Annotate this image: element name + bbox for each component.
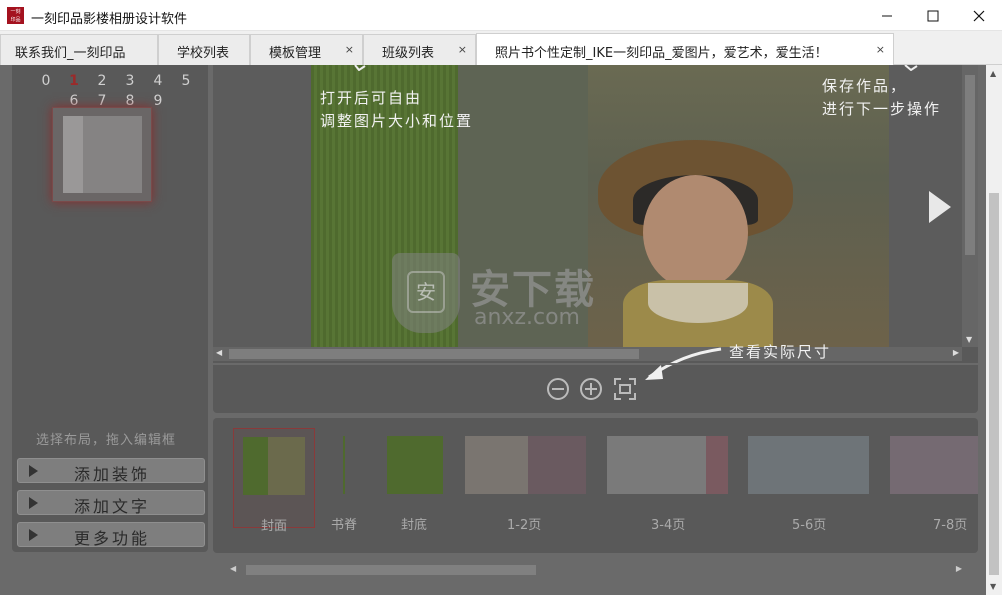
scroll-left-icon[interactable]: ◀ [230,564,236,573]
thumbnail-label: 7-8页 [933,518,968,533]
thumbnail-image [243,437,305,495]
hint-arrow-icon [354,65,366,71]
actual-size-icon[interactable] [613,377,637,401]
tab-close-icon[interactable]: × [345,43,354,56]
tab-school-list[interactable]: 学校列表 [158,34,250,65]
layout-preview[interactable] [52,107,152,202]
thumbnail-label: 5-6页 [792,518,827,533]
scroll-up-icon[interactable]: ▲ [990,69,996,78]
expand-arrow-icon [29,465,38,477]
editor-horizontal-scrollbar[interactable]: ◀ ▶ [213,347,962,361]
tab-class-list[interactable]: 班级列表 × [363,34,476,65]
photo-face [643,175,748,290]
thumbnail-image [387,436,443,494]
page-thumbnail-strip: 封面 书脊 封底 1-2页 3-4页 5-6页 7-8页 [213,418,978,553]
layout-cover-block [83,116,142,193]
scrollbar-thumb[interactable] [246,565,536,575]
layout-hint: 选择布局，拖入编辑框 [36,433,177,448]
zoom-toolbar [213,363,978,413]
minimize-icon [882,15,892,16]
adjust-hint-note: 打开后可自由 调整图片大小和位置 [320,89,474,130]
thumbnail-image [607,436,728,494]
left-panel: 0 1 2 3 4 5 6 7 8 9 选择布局，拖入编辑框 添加装饰 添加文字… [12,65,208,552]
scroll-right-icon[interactable]: ▶ [953,348,959,357]
app-logo-icon: 一刻 印品 [7,7,24,24]
thumbnail-image [748,436,869,494]
watermark-shield-char: 安 [407,271,445,313]
tab-label: 照片书个性定制_IKE一刻印品_爱图片，爱艺术，爱生活！ [495,46,828,61]
thumbnail-pages-1-2[interactable]: 1-2页 [463,428,588,533]
watermark-url: anxz.com [474,305,580,330]
title-bar: 一刻 印品 一刻印品影楼相册设计软件 [0,0,1002,31]
add-text-button[interactable]: 添加文字 [17,490,205,516]
button-label: 添加文字 [74,497,151,516]
tab-close-icon[interactable]: × [458,43,467,56]
more-functions-button[interactable]: 更多功能 [17,522,205,548]
save-hint-note: 保存作品， 进行下一步操作 [822,77,942,118]
thumbnail-spine[interactable]: 书脊 [331,428,361,533]
thumbnail-pages-5-6[interactable]: 5-6页 [746,428,871,533]
tab-label: 模板管理 [269,46,322,61]
button-label: 添加装饰 [74,465,151,484]
page-number[interactable]: 5 [179,73,193,89]
zoom-in-icon[interactable] [579,377,603,401]
tab-template-management[interactable]: 模板管理 × [250,34,363,65]
maximize-button[interactable] [910,0,956,31]
next-page-arrow-icon[interactable] [929,191,951,223]
expand-arrow-icon [29,529,38,541]
hint-arrow-icon [904,65,918,71]
thumbnail-image [890,436,978,494]
thumbnail-label: 1-2页 [507,518,542,533]
window-title: 一刻印品影楼相册设计软件 [31,12,188,27]
window-vertical-scrollbar[interactable]: ▲ ▼ [986,65,1002,595]
tab-close-icon[interactable]: × [876,43,885,56]
scroll-left-icon[interactable]: ◀ [216,348,222,357]
zoom-out-icon[interactable] [546,377,570,401]
editor-vertical-scrollbar[interactable]: ▼ [962,65,978,347]
page-number[interactable]: 9 [151,93,165,109]
thumbnail-horizontal-scrollbar[interactable]: ◀ ▶ [226,563,966,577]
actual-size-hint-note: 查看实际尺寸 [729,343,832,361]
layout-spine-block [63,116,83,193]
tab-photo-book-custom[interactable]: 照片书个性定制_IKE一刻印品_爱图片，爱艺术，爱生活！ × [476,33,894,66]
thumbnail-image [343,436,345,494]
thumbnail-label: 封底 [401,518,428,533]
scrollbar-thumb[interactable] [989,193,999,575]
scrollbar-thumb[interactable] [965,75,975,255]
page-number[interactable]: 2 [95,73,109,89]
scroll-down-icon[interactable]: ▼ [966,335,972,344]
main-workspace: 0 1 2 3 4 5 6 7 8 9 选择布局，拖入编辑框 添加装饰 添加文字… [0,65,986,595]
tab-contact-us[interactable]: 联系我们_一刻印品 [0,34,158,65]
add-decoration-button[interactable]: 添加装饰 [17,458,205,484]
page-number[interactable]: 0 [39,73,53,89]
minimize-button[interactable] [864,0,910,31]
page-number-current[interactable]: 1 [67,73,81,89]
thumbnail-label: 3-4页 [651,518,686,533]
page-number[interactable]: 4 [151,73,165,89]
tab-label: 联系我们_一刻印品 [15,46,126,61]
scroll-down-icon[interactable]: ▼ [990,582,996,591]
watermark: 安 安下载 anxz.com [392,253,622,338]
editor-panel: 打开后可自由 调整图片大小和位置 保存作品， 进行下一步操作 ▼ ◀ ▶ 查看实… [213,65,978,413]
tab-bar: 联系我们_一刻印品 学校列表 模板管理 × 班级列表 × 照片书个性定制_IKE… [0,31,1002,66]
scroll-right-icon[interactable]: ▶ [956,564,962,573]
maximize-icon [927,10,939,21]
thumbnail-pages-3-4[interactable]: 3-4页 [605,428,730,533]
button-label: 更多功能 [74,529,151,548]
close-icon [973,10,985,21]
expand-arrow-icon [29,497,38,509]
thumbnail-label: 封面 [261,519,288,534]
watermark-shield-icon: 安 [392,253,460,333]
tab-label: 班级列表 [382,46,435,61]
page-number[interactable]: 3 [123,73,137,89]
close-window-button[interactable] [956,0,1002,31]
thumbnail-pages-7-8[interactable]: 7-8页 [888,428,978,533]
thumbnail-back-cover[interactable]: 封底 [385,428,445,533]
thumbnail-image [465,436,586,494]
tab-label: 学校列表 [177,46,230,61]
photo-collar [648,283,748,323]
thumbnail-cover[interactable]: 封面 [233,428,315,534]
thumbnail-label: 书脊 [331,518,358,533]
scrollbar-thumb[interactable] [229,349,639,359]
